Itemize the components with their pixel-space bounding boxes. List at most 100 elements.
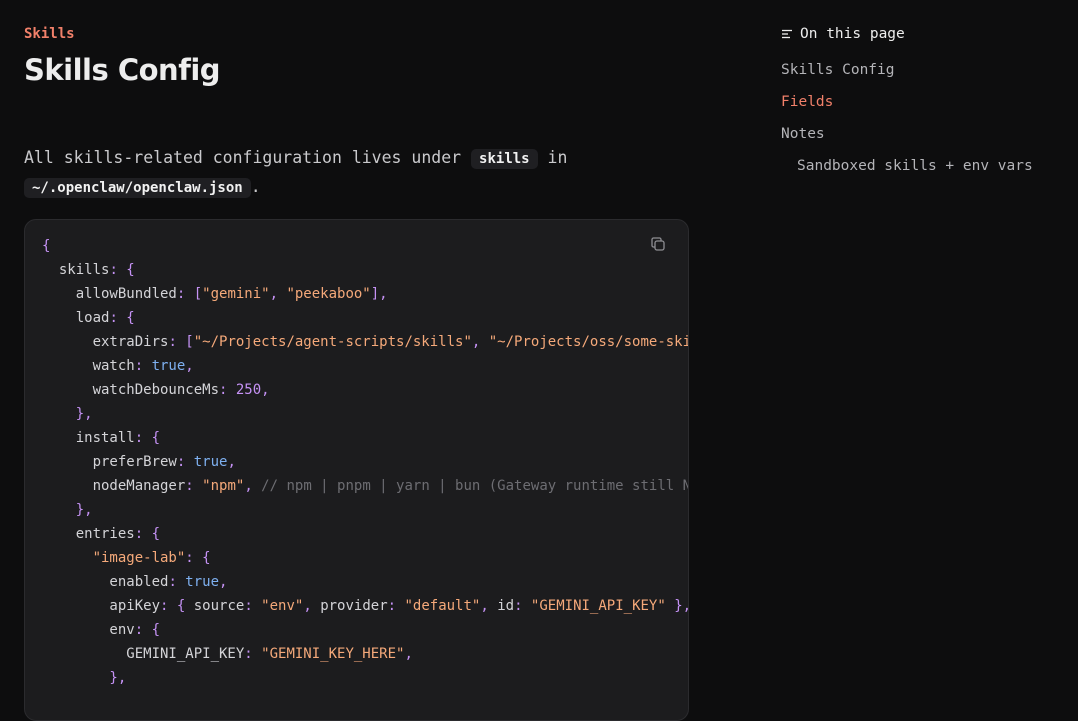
code-token: : { [109, 310, 135, 326]
intro-paragraph: All skills-related configuration lives u… [24, 144, 684, 202]
code-token: apiKey [42, 598, 161, 614]
code-token: env [42, 622, 135, 638]
toc-item-notes[interactable]: Notes [781, 126, 825, 142]
code-token: "env" [261, 598, 304, 614]
code-token: }, [42, 670, 127, 686]
code-token: { [42, 238, 51, 254]
code-line: }, [42, 502, 93, 518]
code-token: , [404, 646, 413, 662]
copy-icon [651, 237, 665, 251]
code-line: apiKey: { source: "env", provider: "defa… [42, 598, 689, 614]
code-token: , [480, 598, 498, 614]
code-token: }, [42, 406, 93, 422]
code-token: ], [370, 286, 388, 302]
code-token: watch [42, 358, 135, 374]
code-line: install: { [42, 430, 160, 446]
code-line: watchDebounceMs: 250, [42, 382, 270, 398]
code-line: }, [42, 670, 126, 686]
code-token: : { [134, 430, 161, 446]
toc-heading-label: On this page [800, 26, 905, 42]
code-token: , [185, 358, 194, 374]
code-token: : [244, 598, 262, 614]
code-token: // npm | pnpm | yarn | bun (Gateway runt… [261, 478, 689, 494]
intro-text-before: All skills-related configuration lives u… [24, 148, 462, 167]
code-token: : [514, 598, 531, 614]
code-token: "default" [404, 598, 481, 614]
code-token: : [168, 574, 186, 590]
list-lines-icon [782, 29, 792, 39]
breadcrumb[interactable]: Skills [24, 26, 75, 42]
code-line: "image-lab": { [42, 550, 211, 566]
code-token: : { [185, 550, 211, 566]
code-token: "image-lab" [42, 550, 186, 566]
code-token: provider [320, 598, 388, 614]
code-token: , [261, 382, 270, 398]
code-token: : [185, 478, 203, 494]
code-token: , [303, 598, 321, 614]
code-line: }, [42, 406, 93, 422]
code-token: : [134, 358, 152, 374]
code-line: { [42, 238, 50, 254]
code-token: entries [42, 526, 135, 542]
code-token: nodeManager [42, 478, 186, 494]
code-token: "GEMINI_KEY_HERE" [261, 646, 405, 662]
code-token: extraDirs [42, 334, 169, 350]
toc-item-skills-config[interactable]: Skills Config [781, 62, 895, 78]
page-title: Skills Config [24, 53, 221, 87]
code-token: : { [134, 526, 161, 542]
code-token: load [42, 310, 110, 326]
code-token: "~/Projects/oss/some-ski [488, 334, 689, 350]
code-token: true [151, 358, 186, 374]
code-line: skills: { [42, 262, 135, 278]
intro-text-after: . [250, 177, 261, 196]
code-line: nodeManager: "npm", // npm | pnpm | yarn… [42, 478, 689, 494]
code-token: install [42, 430, 135, 446]
code-line: env: { [42, 622, 160, 638]
code-block: { skills: { allowBundled: ["gemini", "pe… [24, 219, 689, 721]
code-token: skills [42, 262, 110, 278]
code-token: , [227, 454, 236, 470]
code-token: : [ [168, 334, 194, 350]
code-line: load: { [42, 310, 135, 326]
code-token: source [193, 598, 245, 614]
inline-code-config-path: ~/.openclaw/openclaw.json [24, 178, 251, 198]
code-token: : { [134, 622, 161, 638]
code-token: "~/Projects/agent-scripts/skills" [193, 334, 472, 350]
code-token: }, [665, 598, 689, 614]
code-line: preferBrew: true, [42, 454, 236, 470]
code-line: entries: { [42, 526, 160, 542]
code-token: : [387, 598, 405, 614]
code-token: GEMINI_API_KEY [42, 646, 245, 662]
code-token: , [219, 574, 228, 590]
code-line: extraDirs: ["~/Projects/agent-scripts/sk… [42, 334, 689, 350]
copy-button[interactable] [650, 236, 668, 254]
code-line: enabled: true, [42, 574, 227, 590]
code-line: watch: true, [42, 358, 194, 374]
code-token: true [185, 574, 220, 590]
toc-item-sandboxed-skills[interactable]: Sandboxed skills + env vars [797, 158, 1033, 174]
code-token: , [471, 334, 489, 350]
code-token: "gemini" [202, 286, 270, 302]
code-token: : [219, 382, 236, 398]
code-token: 250 [235, 382, 262, 398]
code-token: , [244, 478, 262, 494]
code-token: id [497, 598, 515, 614]
inline-code-skills: skills [471, 149, 538, 169]
code-token: "npm" [202, 478, 245, 494]
toc-item-fields[interactable]: Fields [781, 94, 833, 110]
code-token: : { [109, 262, 135, 278]
code-content: { skills: { allowBundled: ["gemini", "pe… [25, 220, 688, 690]
code-token: watchDebounceMs [42, 382, 220, 398]
code-token: allowBundled [42, 286, 177, 302]
code-token: : [244, 646, 262, 662]
code-token: : [ [176, 286, 203, 302]
code-token: : { [160, 598, 194, 614]
toc-heading: On this page [781, 26, 905, 42]
code-line: GEMINI_API_KEY: "GEMINI_KEY_HERE", [42, 646, 413, 662]
code-token: : [176, 454, 194, 470]
code-token: enabled [42, 574, 169, 590]
code-token: preferBrew [42, 454, 177, 470]
code-token: "peekaboo" [286, 286, 371, 302]
code-line: allowBundled: ["gemini", "peekaboo"], [42, 286, 388, 302]
code-token: }, [42, 502, 93, 518]
